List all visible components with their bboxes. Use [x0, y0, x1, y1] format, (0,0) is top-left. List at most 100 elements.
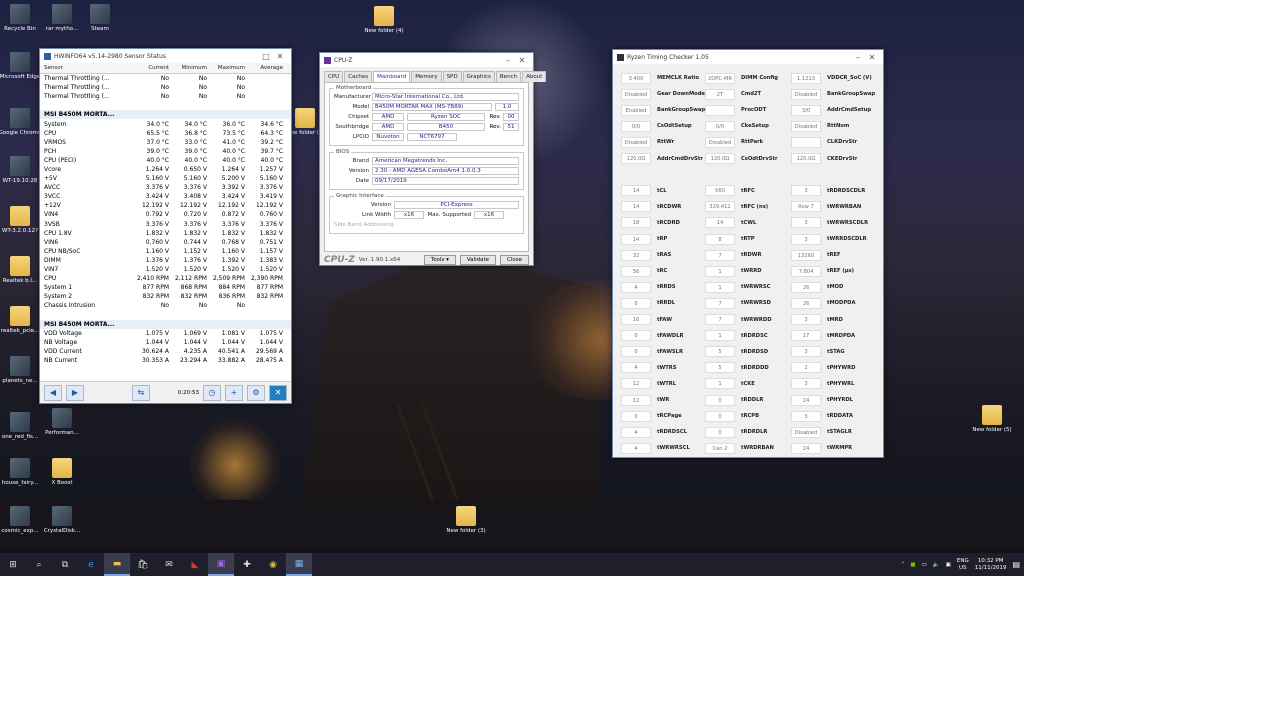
sensor-row[interactable]: DIMM 1.376 V 1.376 V 1.392 V 1.383 V — [40, 256, 291, 265]
desktop-icon-app[interactable]: Performan... — [36, 408, 88, 436]
notifications-icon[interactable]: ▤ — [1012, 560, 1020, 569]
sensor-row[interactable] — [40, 101, 291, 110]
sensor-row[interactable]: 3VSB 3.376 V 3.376 V 3.376 V 3.376 V — [40, 220, 291, 229]
edge-icon[interactable]: e — [78, 553, 104, 576]
desktop-icon-new-folder-3[interactable]: New folder (3) — [440, 506, 492, 534]
cpuz-taskbar-icon[interactable]: ▣ — [208, 553, 234, 576]
tab-graphics[interactable]: Graphics — [462, 71, 495, 82]
chevron-up-icon[interactable]: ˄ — [902, 562, 905, 568]
sensor-row[interactable]: System 1 877 RPM 868 RPM 884 RPM 877 RPM — [40, 283, 291, 292]
desktop-icon-new-folder-4[interactable]: New folder (4) — [358, 6, 410, 34]
clock-icon[interactable]: ◷ — [203, 384, 221, 401]
sensor-row[interactable]: CPU 2,410 RPM 2,112 RPM 2,509 RPM 2,390 RPM — [40, 274, 291, 283]
validate-button[interactable]: Validate — [459, 255, 497, 265]
minimize-icon[interactable]: – — [501, 56, 515, 65]
sensor-row[interactable]: 3VCC 3.424 V 3.408 V 3.424 V 3.419 V — [40, 192, 291, 201]
sensor-row[interactable]: CPU 65.5 °C 36.8 °C 73.5 °C 64.3 °C — [40, 129, 291, 138]
column-header-average[interactable]: Average — [249, 65, 287, 71]
tab-bench[interactable]: Bench — [495, 71, 522, 82]
cpuz-window[interactable]: CPU-Z – ✕ CPU Caches Mainboard Memory SPD Gra… — [319, 52, 547, 266]
sensor-cell: CPU — [44, 275, 57, 283]
sensor-row[interactable]: Thermal Throttling (... No No No — [40, 83, 291, 92]
tab-about[interactable]: About — [522, 71, 547, 82]
sensor-row[interactable]: NB Voltage 1.044 V 1.044 V 1.044 V 1.044 V — [40, 338, 291, 347]
rtc-titlebar[interactable]: Ryzen Timing Checker 1.05 – ✕ — [613, 50, 883, 64]
arrow-right-icon[interactable]: ▶ — [66, 384, 84, 401]
tab-mainboard[interactable]: Mainboard — [373, 71, 411, 82]
rtc-window[interactable]: Ryzen Timing Checker 1.05 – ✕ 3 400 MEMCL… — [612, 49, 884, 458]
settings-icon[interactable]: ⚙ — [247, 384, 265, 401]
msi-icon[interactable]: ▣ — [946, 562, 951, 568]
close-icon[interactable]: ✕ — [515, 56, 529, 65]
sensor-group-header[interactable]: MSI B450M MORTA... — [40, 110, 291, 120]
hwinfo-titlebar[interactable]: HWiNFO64 v5.14-2980 Sensor Status □ ✕ — [40, 49, 291, 63]
close-button[interactable]: Close — [500, 255, 529, 265]
language-indicator[interactable]: ENG US — [957, 558, 969, 572]
sensor-row[interactable]: Thermal Throttling (... No No No — [40, 92, 291, 101]
sensor-row[interactable]: VIN6 0.760 V 0.744 V 0.768 V 0.751 V — [40, 238, 291, 247]
sensor-row[interactable]: NB Current 30.353 A 23.294 A 33.882 A 28.475… — [40, 356, 291, 365]
column-header-sensor[interactable]: Sensor — [40, 65, 135, 71]
tab-cpu[interactable]: CPU — [324, 71, 344, 82]
sensor-row[interactable]: CPU (PECI) 40.0 °C 40.0 °C 40.0 °C 40.0 °C — [40, 156, 291, 165]
column-header-minimum[interactable]: Minimum — [173, 65, 211, 71]
hwinfo-window[interactable]: HWiNFO64 v5.14-2980 Sensor Status □ ✕ Se… — [39, 48, 292, 404]
hwinfo-sensor-list[interactable]: Thermal Throttling (... No No No Thermal Thr… — [40, 74, 291, 365]
column-header-maximum[interactable]: Maximum — [211, 65, 249, 71]
tools-button[interactable]: Tools ▾ — [423, 255, 456, 265]
sensor-row[interactable]: CPU 1.8V 1.832 V 1.832 V 1.832 V 1.832 V — [40, 229, 291, 238]
mail-icon[interactable]: ✉ — [156, 553, 182, 576]
sensor-row[interactable]: VDD Current 30.624 A 4.235 A 40.541 A 29.569… — [40, 347, 291, 356]
clock[interactable]: 10:32 PM 11/11/2019 — [975, 558, 1007, 572]
tab-caches[interactable]: Caches — [344, 71, 373, 82]
cpuz-title: CPU-Z — [334, 56, 353, 64]
sensor-row[interactable]: System 34.0 °C 34.0 °C 36.0 °C 34.6 °C — [40, 119, 291, 128]
sensor-row[interactable]: +5V 5.160 V 5.160 V 5.200 V 5.160 V — [40, 174, 291, 183]
sensor-row[interactable]: VIN7 1.520 V 1.520 V 1.520 V 1.520 V — [40, 265, 291, 274]
close-icon[interactable]: ✕ — [273, 52, 287, 61]
arrow-left-icon[interactable]: ◀ — [44, 384, 62, 401]
sensor-row[interactable]: AVCC 3.376 V 3.376 V 3.392 V 3.376 V — [40, 183, 291, 192]
store-icon[interactable]: 🛍 — [130, 553, 156, 576]
reset-icon[interactable]: ✕ — [269, 384, 287, 401]
timing-value — [705, 104, 735, 116]
tab-memory[interactable]: Memory — [411, 71, 442, 82]
desktop-icon-new-folder-5[interactable]: New folder (5) — [966, 405, 1018, 433]
task-view-icon[interactable]: ⧉ — [52, 553, 78, 576]
hwinfo-taskbar-icon[interactable]: ▦ — [286, 553, 312, 576]
sensor-cell: 1.832 V — [145, 229, 169, 237]
rtc-taskbar-icon[interactable]: ✚ — [234, 553, 260, 576]
network-icon[interactable]: ▭ — [922, 562, 927, 568]
minimize-icon[interactable]: – — [851, 53, 865, 62]
desktop-icon-steam[interactable]: Steam — [74, 4, 126, 32]
dragon-center-icon[interactable]: ◣ — [182, 553, 208, 576]
nvidia-icon[interactable]: ■ — [910, 562, 915, 568]
sensor-row[interactable]: +12V 12.192 V 12.192 V 12.192 V 12.192 V — [40, 201, 291, 210]
chrome-icon[interactable]: ◉ — [260, 553, 286, 576]
sensor-row[interactable]: Thermal Throttling (... No No No — [40, 74, 291, 83]
sensor-row[interactable]: PCH 39.0 °C 39.0 °C 40.0 °C 39.7 °C — [40, 147, 291, 156]
sensor-row[interactable]: VDD Voltage 1.075 V 1.069 V 1.081 V 1.075 V — [40, 329, 291, 338]
search-icon[interactable]: ⌕ — [26, 553, 52, 576]
tab-spd[interactable]: SPD — [442, 71, 462, 82]
sensor-group-header[interactable]: MSI B450M MORTA... — [40, 319, 291, 329]
maximize-icon[interactable]: □ — [259, 52, 273, 61]
cpuz-titlebar[interactable]: CPU-Z – ✕ — [320, 53, 533, 67]
network-icon[interactable]: ⇆ — [131, 384, 150, 401]
close-icon[interactable]: ✕ — [865, 53, 879, 62]
desktop-icon-app[interactable]: CrystalDisk... — [36, 506, 88, 534]
desktop-icon-folder[interactable]: X Boost — [36, 458, 88, 486]
sensor-row[interactable]: Vcore 1.264 V 0.650 V 1.264 V 1.257 V — [40, 165, 291, 174]
sensor-cell: 1.157 V — [259, 247, 283, 255]
add-report-icon[interactable]: + — [225, 384, 243, 401]
start-icon[interactable]: ⊞ — [0, 553, 26, 576]
file-explorer-icon[interactable]: ▬ — [104, 553, 130, 576]
sensor-row[interactable]: VRMOS 37.0 °C 33.0 °C 41.0 °C 39.2 °C — [40, 138, 291, 147]
sensor-row[interactable] — [40, 310, 291, 319]
sensor-row[interactable]: CPU NB/SoC 1.160 V 1.152 V 1.160 V 1.157 V — [40, 247, 291, 256]
sensor-row[interactable]: System 2 832 RPM 832 RPM 836 RPM 832 RPM — [40, 292, 291, 301]
sensor-row[interactable]: Chassis Intrusion No No No — [40, 301, 291, 310]
volume-icon[interactable]: 🔈 — [933, 562, 940, 568]
column-header-current[interactable]: Current — [135, 65, 173, 71]
sensor-row[interactable]: VIN4 0.792 V 0.720 V 0.872 V 0.760 V — [40, 210, 291, 219]
